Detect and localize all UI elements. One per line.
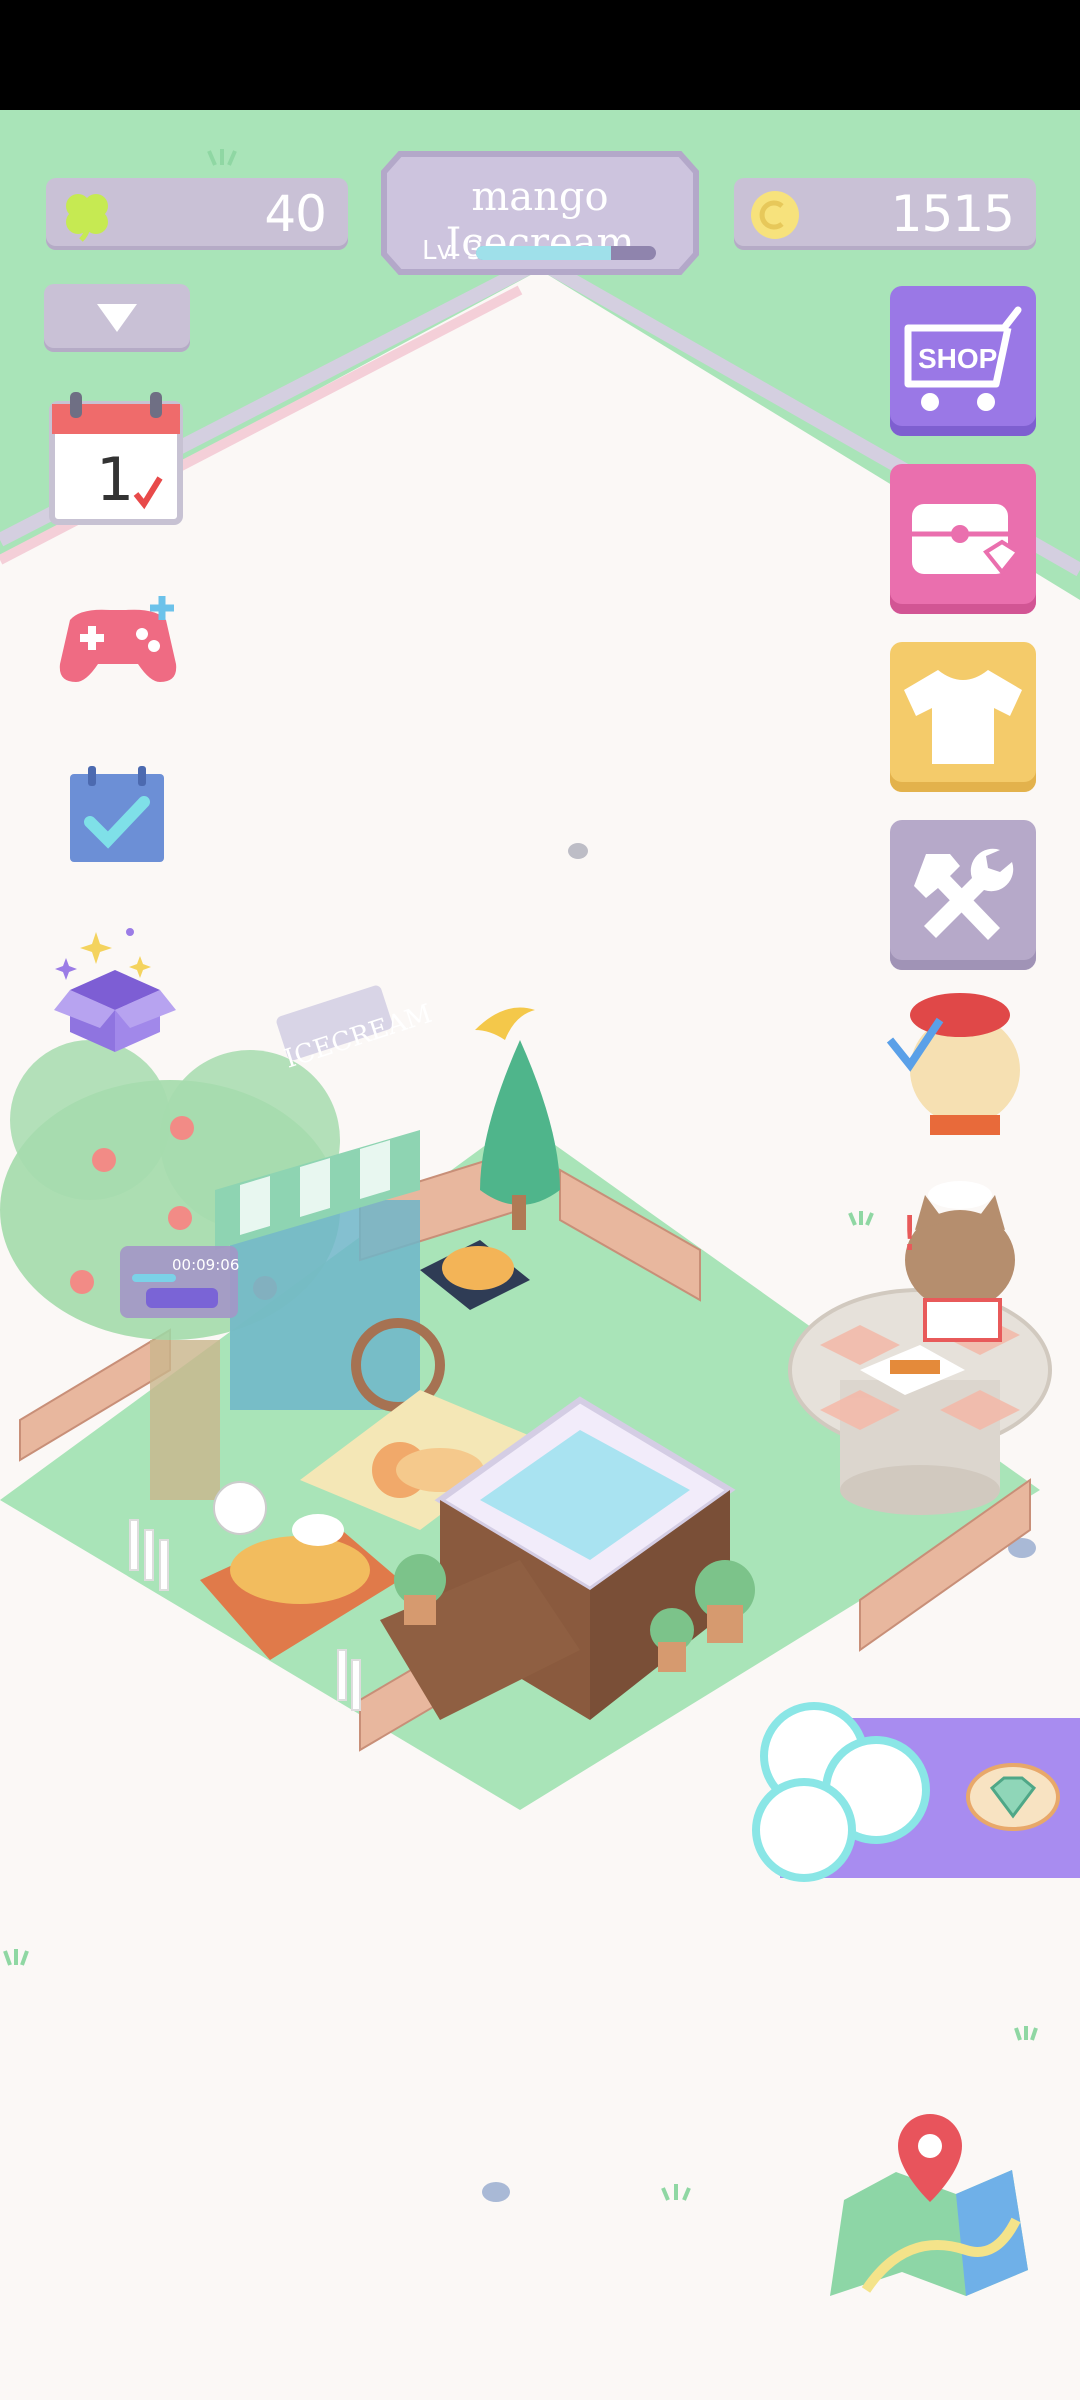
coin-count: 1515 <box>890 185 1015 243</box>
build-tools-button[interactable] <box>890 820 1036 970</box>
tshirt-icon <box>904 670 1022 764</box>
delivery-timer: 00:09:06 <box>172 1256 239 1274</box>
collapse-menu-button[interactable] <box>44 284 190 352</box>
svg-text:!: ! <box>900 1206 919 1262</box>
cart-icon: SHOP <box>904 306 1022 411</box>
clover-counter: 40 <box>46 178 348 250</box>
cotton-puff-item[interactable] <box>748 1680 938 1900</box>
outfit-button[interactable] <box>890 642 1036 792</box>
shop-button[interactable]: SHOP <box>890 286 1036 436</box>
shop-title-plate[interactable]: mango Icecream Lv. 3 <box>380 148 700 278</box>
xp-bar-fill <box>476 246 611 260</box>
clover-count: 40 <box>264 185 327 243</box>
dropdown-arrow-icon <box>97 304 137 332</box>
gift-box-icon[interactable] <box>50 920 180 1060</box>
gamepad-plus-icon[interactable] <box>50 590 186 690</box>
clover-icon <box>66 194 108 242</box>
checklist-icon[interactable] <box>68 764 166 864</box>
diamond-icon[interactable] <box>966 1762 1060 1832</box>
xp-bar <box>476 246 656 260</box>
shop-label: SHOP <box>918 343 997 374</box>
treasure-chest-icon <box>912 504 1021 576</box>
tools-icon <box>914 848 1014 940</box>
level-label: Lv. 3 <box>422 236 483 266</box>
coin-counter: 1515 <box>734 178 1036 250</box>
coin-icon <box>751 191 799 239</box>
calendar-day: 1 <box>96 445 134 515</box>
treasure-chest-button[interactable] <box>890 464 1036 614</box>
calendar-icon[interactable]: 1 <box>46 388 186 528</box>
world-map-button[interactable] <box>826 2110 1032 2300</box>
